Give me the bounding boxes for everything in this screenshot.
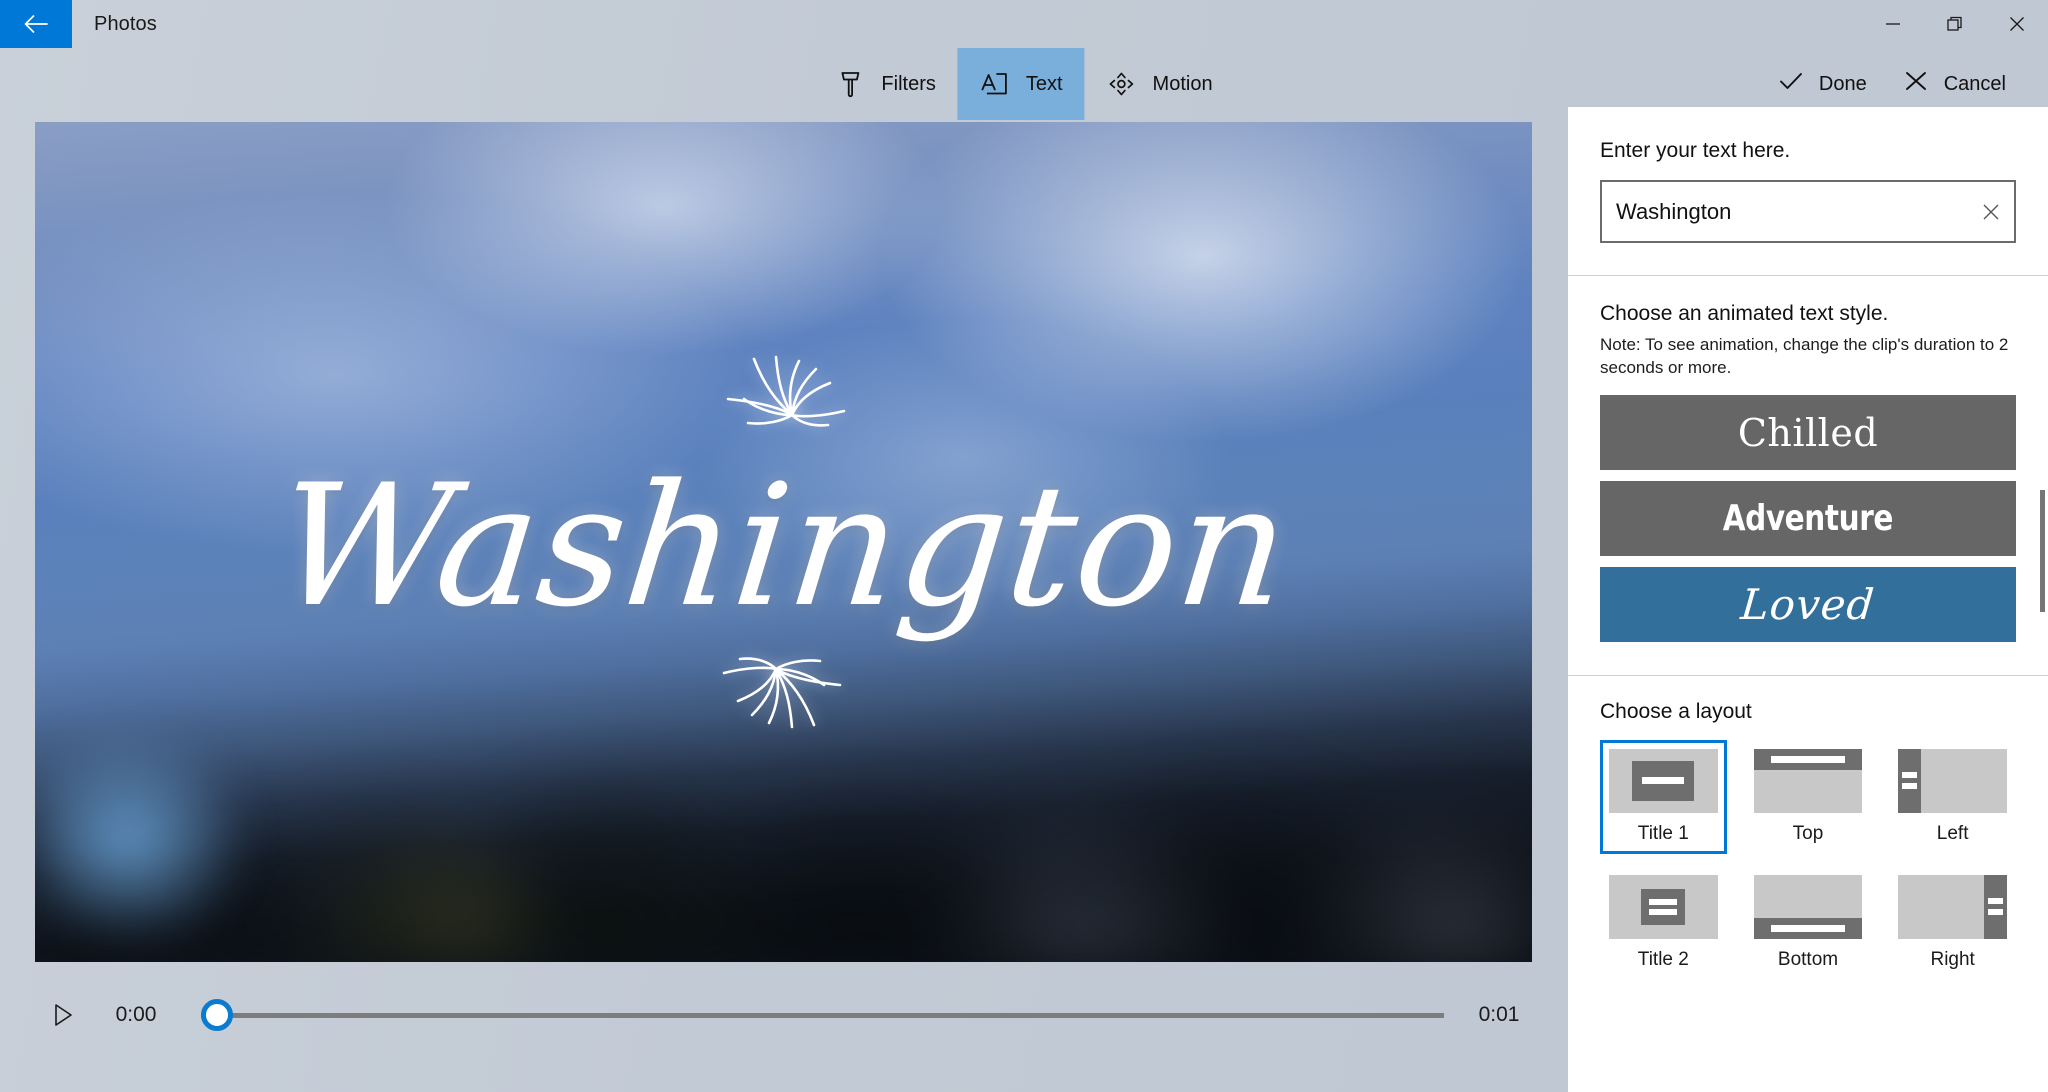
layout-thumb-title-2 bbox=[1609, 874, 1718, 939]
restore-button[interactable] bbox=[1924, 0, 1986, 48]
layout-option-left[interactable]: Left bbox=[1889, 740, 2016, 854]
flourish-burst-icon bbox=[722, 657, 841, 729]
photos-video-editor-window: Photos Filters Text Motion Done Cancel W… bbox=[0, 0, 2048, 1092]
layout-option-right-label: Right bbox=[1930, 948, 1975, 970]
clear-x-icon bbox=[1983, 204, 1999, 220]
text-overlay-group: Washington bbox=[35, 122, 1532, 962]
clear-text-button[interactable] bbox=[1968, 182, 2014, 241]
motion-pan-icon bbox=[1107, 69, 1137, 99]
layout-option-title-2-label: Title 2 bbox=[1637, 948, 1689, 970]
close-button[interactable] bbox=[1986, 0, 2048, 48]
current-time-label: 0:00 bbox=[115, 1003, 157, 1026]
done-label: Done bbox=[1818, 72, 1867, 95]
back-arrow-icon bbox=[24, 15, 48, 33]
tab-text[interactable]: Text bbox=[957, 48, 1085, 120]
style-tile-loved[interactable]: Loved bbox=[1600, 567, 2016, 643]
layout-option-title-1[interactable]: Title 1 bbox=[1600, 739, 1727, 854]
style-tile-loved-label: Loved bbox=[1739, 579, 1878, 629]
style-tile-adventure[interactable]: Adventure bbox=[1600, 481, 2016, 557]
style-note: Note: To see animation, change the clip'… bbox=[1600, 334, 2009, 377]
style-tile-adventure-label: Adventure bbox=[1722, 497, 1894, 539]
flourish-burst-icon bbox=[726, 355, 845, 427]
titlebar-drag-area bbox=[157, 0, 1862, 48]
style-tile-list: Chilled Adventure Loved bbox=[1600, 395, 2016, 643]
text-style-section: Choose an animated text style. Note: To … bbox=[1568, 276, 2048, 675]
close-icon bbox=[2010, 17, 2024, 31]
layout-option-right[interactable]: Right bbox=[1889, 866, 2016, 980]
back-button[interactable] bbox=[0, 0, 72, 48]
style-tile-chilled[interactable]: Chilled bbox=[1600, 395, 2016, 471]
layout-section: Choose a layout Title 1 Top Left Title 2… bbox=[1568, 676, 2048, 979]
layout-thumb-title-1 bbox=[1609, 748, 1718, 813]
tab-text-label: Text bbox=[1025, 72, 1063, 95]
tab-filters-label: Filters bbox=[881, 72, 936, 95]
layout-option-top-label: Top bbox=[1792, 822, 1824, 844]
play-triangle-icon bbox=[55, 1004, 72, 1026]
tab-motion-label: Motion bbox=[1152, 72, 1213, 95]
restore-icon bbox=[1947, 16, 1962, 31]
app-title: Photos bbox=[94, 12, 157, 35]
title-bar: Photos bbox=[0, 0, 2048, 48]
layout-option-top[interactable]: Top bbox=[1745, 740, 1872, 854]
layout-option-bottom[interactable]: Bottom bbox=[1745, 866, 1872, 980]
enter-text-heading: Enter your text here. bbox=[1600, 139, 1791, 162]
text-input-wrapper[interactable] bbox=[1600, 180, 2016, 244]
layout-thumb-left bbox=[1898, 748, 2007, 813]
scrub-track[interactable] bbox=[201, 1012, 1444, 1018]
layout-option-bottom-label: Bottom bbox=[1777, 948, 1839, 970]
panel-scrollbar-thumb[interactable] bbox=[2040, 490, 2045, 612]
layout-option-title-2[interactable]: Title 2 bbox=[1600, 866, 1727, 980]
enter-text-section: Enter your text here. bbox=[1568, 107, 2048, 275]
total-time-label: 0:01 bbox=[1478, 1003, 1520, 1026]
cancel-label: Cancel bbox=[1943, 72, 2006, 95]
scrub-thumb[interactable] bbox=[201, 999, 233, 1031]
layout-option-left-label: Left bbox=[1936, 822, 1969, 844]
window-controls bbox=[1862, 0, 2048, 48]
layout-heading: Choose a layout bbox=[1600, 700, 1752, 724]
style-tile-chilled-label: Chilled bbox=[1737, 410, 1879, 455]
checkmark-icon bbox=[1778, 70, 1804, 98]
layout-grid: Title 1 Top Left Title 2 Bottom Right bbox=[1600, 739, 2016, 980]
layout-option-title-1-label: Title 1 bbox=[1637, 822, 1689, 844]
scrub-slider[interactable] bbox=[201, 993, 1444, 1037]
editor-tab-strip: Filters Text Motion bbox=[813, 48, 1234, 120]
minimize-button[interactable] bbox=[1862, 0, 1924, 48]
text-options-panel: Enter your text here. Choose an animated… bbox=[1568, 107, 2048, 1092]
tab-filters[interactable]: Filters bbox=[813, 48, 957, 120]
play-button[interactable] bbox=[41, 993, 85, 1037]
video-preview-stage[interactable]: Washington bbox=[35, 122, 1532, 962]
style-heading: Choose an animated text style. bbox=[1600, 302, 1889, 326]
brush-icon bbox=[835, 69, 865, 99]
layout-thumb-right bbox=[1898, 874, 2007, 939]
text-box-icon bbox=[980, 69, 1010, 99]
tab-motion[interactable]: Motion bbox=[1085, 48, 1235, 120]
text-input[interactable] bbox=[1602, 182, 1968, 242]
close-x-icon bbox=[1903, 70, 1929, 98]
layout-thumb-top bbox=[1753, 748, 1863, 813]
overlay-title-text: Washington bbox=[268, 447, 1299, 644]
layout-thumb-bottom bbox=[1753, 874, 1863, 939]
minimize-icon bbox=[1886, 23, 1900, 25]
playback-transport-bar: 0:00 0:01 bbox=[35, 985, 1532, 1045]
